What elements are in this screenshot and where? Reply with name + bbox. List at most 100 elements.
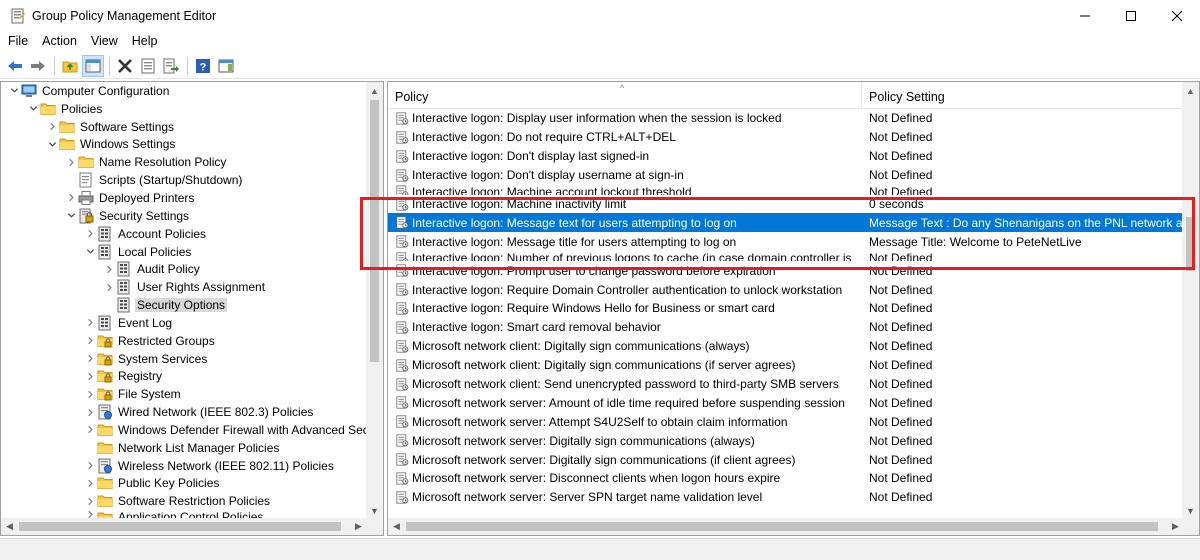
tree-item[interactable]: Event Log — [1, 314, 367, 332]
policy-row[interactable]: Interactive logon: Do not require CTRL+A… — [388, 128, 1184, 147]
tree-item[interactable]: Name Resolution Policy — [1, 153, 367, 171]
maximize-button[interactable] — [1108, 0, 1154, 31]
chevron-right-icon[interactable] — [64, 193, 78, 202]
list-vertical-scroll-thumb[interactable] — [1186, 217, 1195, 271]
tree-item[interactable]: File System — [1, 385, 367, 403]
chevron-down-icon[interactable] — [83, 247, 97, 256]
chevron-right-icon[interactable] — [83, 318, 97, 327]
chevron-right-icon[interactable] — [102, 283, 116, 292]
tree-item[interactable]: Software Settings — [1, 118, 367, 136]
chevron-down-icon[interactable] — [64, 211, 78, 220]
policy-row[interactable]: Interactive logon: Don't display usernam… — [388, 166, 1184, 185]
tree-item[interactable]: Windows Defender Firewall with Advanced … — [1, 421, 367, 439]
chevron-right-icon[interactable] — [83, 497, 97, 506]
tree-item[interactable]: Restricted Groups — [1, 332, 367, 350]
policy-row[interactable]: Interactive logon: Message title for use… — [388, 232, 1184, 251]
tree-item[interactable]: Software Restriction Policies — [1, 492, 367, 510]
policy-row[interactable]: Microsoft network server: Digitally sign… — [388, 450, 1184, 469]
policy-row[interactable]: Interactive logon: Message text for user… — [388, 213, 1184, 233]
back-button[interactable] — [4, 55, 26, 77]
chevron-right-icon[interactable] — [45, 122, 59, 131]
tree-item[interactable]: User Rights Assignment — [1, 278, 367, 296]
minimize-button[interactable] — [1062, 0, 1108, 31]
show-hide-console-tree-button[interactable] — [82, 54, 104, 77]
delete-button[interactable] — [114, 55, 136, 77]
policy-row[interactable]: Interactive logon: Machine account locko… — [388, 185, 1184, 195]
menu-help[interactable]: Help — [126, 34, 164, 48]
policy-row[interactable]: Interactive logon: Display user informat… — [388, 109, 1184, 128]
policy-row[interactable]: Interactive logon: Machine inactivity li… — [388, 195, 1184, 214]
forward-button[interactable] — [27, 55, 49, 77]
chevron-down-icon[interactable] — [26, 104, 40, 113]
tree-item[interactable]: Registry — [1, 368, 367, 386]
tree-item[interactable]: Wireless Network (IEEE 802.11) Policies — [1, 457, 367, 475]
export-list-button[interactable] — [160, 55, 182, 77]
chevron-right-icon[interactable] — [83, 479, 97, 488]
tree-item[interactable]: Computer Configuration — [1, 82, 367, 100]
column-header-policy[interactable]: ^ Policy — [388, 82, 862, 109]
scroll-up-arrow-icon[interactable]: ▲ — [1182, 82, 1199, 99]
policy-row[interactable]: Microsoft network client: Send unencrypt… — [388, 375, 1184, 394]
show-action-pane-button[interactable] — [215, 55, 237, 77]
policy-row[interactable]: Microsoft network server: Amount of idle… — [388, 393, 1184, 412]
scroll-down-arrow-icon[interactable]: ▼ — [1182, 502, 1199, 519]
help-button[interactable]: ? — [192, 55, 214, 77]
scroll-left-arrow-icon[interactable]: ◀ — [388, 518, 405, 535]
chevron-right-icon[interactable] — [64, 158, 78, 167]
tree-item[interactable]: Public Key Policies — [1, 475, 367, 493]
tree-vertical-scroll-thumb[interactable] — [370, 100, 379, 362]
menu-file[interactable]: File — [2, 34, 34, 48]
chevron-right-icon[interactable] — [102, 265, 116, 274]
policy-row[interactable]: Microsoft network client: Digitally sign… — [388, 337, 1184, 356]
tree-item[interactable]: Policies — [1, 100, 367, 118]
up-one-level-button[interactable] — [59, 55, 81, 77]
tree-item[interactable]: Audit Policy — [1, 260, 367, 278]
list-horizontal-scroll-thumb[interactable] — [406, 522, 1158, 531]
menu-view[interactable]: View — [85, 34, 124, 48]
policy-row[interactable]: Microsoft network server: Digitally sign… — [388, 431, 1184, 450]
chevron-right-icon[interactable] — [83, 390, 97, 399]
policy-row[interactable]: Interactive logon: Require Domain Contro… — [388, 280, 1184, 299]
chevron-right-icon[interactable] — [83, 336, 97, 345]
list-vertical-scrollbar[interactable]: ▲ ▼ — [1182, 82, 1199, 519]
tree-item[interactable]: System Services — [1, 350, 367, 368]
policy-row[interactable]: Microsoft network server: Attempt S4U2Se… — [388, 412, 1184, 431]
menu-action[interactable]: Action — [36, 34, 83, 48]
chevron-right-icon[interactable] — [83, 461, 97, 470]
policy-row[interactable]: Microsoft network server: Server SPN tar… — [388, 488, 1184, 507]
chevron-right-icon[interactable] — [83, 229, 97, 238]
tree-item[interactable]: Security Options — [1, 296, 367, 314]
scroll-left-arrow-icon[interactable]: ◀ — [1, 518, 18, 535]
tree-vertical-scrollbar[interactable]: ▲ ▼ — [366, 82, 383, 519]
policy-row[interactable]: Interactive logon: Smart card removal be… — [388, 318, 1184, 337]
chevron-down-icon[interactable] — [45, 140, 59, 149]
tree-item[interactable]: Deployed Printers — [1, 189, 367, 207]
chevron-right-icon[interactable] — [83, 425, 97, 434]
list-horizontal-scrollbar[interactable]: ◀ ▶ — [388, 518, 1184, 535]
chevron-right-icon[interactable] — [83, 408, 97, 417]
tree-item[interactable]: Windows Settings — [1, 136, 367, 154]
scroll-right-arrow-icon[interactable]: ▶ — [350, 518, 367, 535]
tree-item[interactable]: Network List Manager Policies — [1, 439, 367, 457]
close-button[interactable] — [1154, 0, 1200, 31]
column-header-policy-setting[interactable]: Policy Setting — [862, 82, 1184, 109]
tree-item[interactable]: Wired Network (IEEE 802.3) Policies — [1, 403, 367, 421]
chevron-right-icon[interactable] — [83, 354, 97, 363]
scroll-down-arrow-icon[interactable]: ▼ — [366, 502, 383, 519]
policy-row[interactable]: Interactive logon: Don't display last si… — [388, 147, 1184, 166]
scroll-up-arrow-icon[interactable]: ▲ — [366, 82, 383, 99]
policy-row[interactable]: Microsoft network server: Disconnect cli… — [388, 469, 1184, 488]
tree-item[interactable]: Local Policies — [1, 243, 367, 261]
tree-horizontal-scroll-thumb[interactable] — [19, 522, 341, 531]
tree-item[interactable]: Security Settings — [1, 207, 367, 225]
properties-button[interactable] — [137, 55, 159, 77]
tree-item[interactable]: Scripts (Startup/Shutdown) — [1, 171, 367, 189]
policy-row[interactable]: Microsoft network client: Digitally sign… — [388, 356, 1184, 375]
chevron-right-icon[interactable] — [83, 372, 97, 381]
policy-row[interactable]: Interactive logon: Prompt user to change… — [388, 261, 1184, 280]
tree-horizontal-scrollbar[interactable]: ◀ ▶ — [1, 518, 367, 535]
policy-row[interactable]: Interactive logon: Require Windows Hello… — [388, 299, 1184, 318]
tree-item[interactable]: Account Policies — [1, 225, 367, 243]
chevron-down-icon[interactable] — [7, 86, 21, 95]
policy-row[interactable]: Interactive logon: Number of previous lo… — [388, 251, 1184, 262]
